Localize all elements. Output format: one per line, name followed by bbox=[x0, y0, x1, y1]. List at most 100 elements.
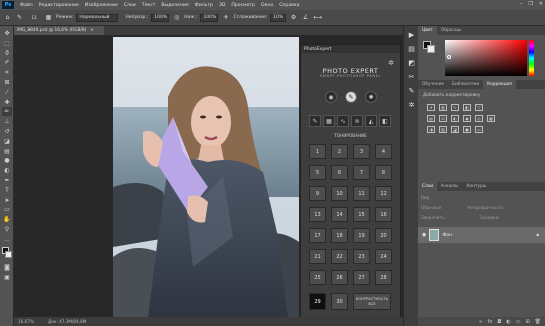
menu-type[interactable]: Текст bbox=[139, 3, 159, 8]
photoshop-logo[interactable]: Ps bbox=[2, 1, 14, 9]
history-brush-icon[interactable]: ↺ bbox=[2, 127, 12, 136]
airbrush-icon[interactable]: ✈ bbox=[221, 13, 230, 22]
layer-kind-select[interactable]: Вид bbox=[421, 195, 430, 200]
toning-button-27[interactable]: 27 bbox=[353, 270, 370, 285]
tab-paths[interactable]: Контуры bbox=[462, 182, 490, 191]
link-icon[interactable]: ∞ bbox=[478, 319, 482, 325]
zoom-level[interactable]: 16,67% bbox=[18, 319, 34, 324]
toning-button-12[interactable]: 12 bbox=[375, 186, 392, 201]
toning-button-2[interactable]: 2 bbox=[331, 144, 348, 159]
tab-libraries[interactable]: Библиотеки bbox=[448, 80, 483, 89]
toning-button-1[interactable]: 1 bbox=[309, 144, 326, 159]
tab-color[interactable]: Цвет bbox=[418, 26, 438, 35]
retouch-tool-icon[interactable]: ✎ bbox=[309, 115, 321, 127]
toning-button-20[interactable]: 20 bbox=[375, 228, 392, 243]
blend-mode-select[interactable]: Обычные bbox=[421, 205, 441, 210]
posterize-icon[interactable]: ▨ bbox=[439, 126, 447, 133]
toning-button-15[interactable]: 15 bbox=[353, 207, 370, 222]
toning-button-16[interactable]: 16 bbox=[375, 207, 392, 222]
blur-icon[interactable]: ● bbox=[2, 156, 12, 165]
menu-view[interactable]: Просмотр bbox=[228, 3, 258, 8]
swatch-icon[interactable]: ◩ bbox=[406, 57, 417, 68]
path-select-icon[interactable]: ➤ bbox=[2, 196, 12, 205]
flow-field[interactable]: 100% bbox=[200, 13, 219, 22]
adjustment-layer-icon[interactable]: ◐ bbox=[506, 319, 510, 325]
exposure-icon[interactable]: ◧ bbox=[463, 104, 471, 111]
home-icon[interactable]: ⌂ bbox=[3, 13, 12, 22]
mode-select[interactable]: Нормальный bbox=[76, 13, 119, 22]
more-icon[interactable]: … bbox=[2, 235, 12, 244]
toning-button-24[interactable]: 24 bbox=[375, 249, 392, 264]
smoothing-field[interactable]: 10% bbox=[270, 13, 287, 22]
toning-button-21[interactable]: 21 bbox=[309, 249, 326, 264]
brush-panel-icon[interactable]: ✎ bbox=[406, 85, 417, 96]
group-icon[interactable]: ▭ bbox=[516, 319, 521, 325]
toning-button-17[interactable]: 17 bbox=[309, 228, 326, 243]
toning-button-28[interactable]: 28 bbox=[375, 270, 392, 285]
brush-size-icon[interactable]: 13 bbox=[27, 13, 41, 22]
curves-tool-icon[interactable]: ∿ bbox=[337, 115, 349, 127]
pressure-opacity-icon[interactable]: ◎ bbox=[172, 13, 181, 22]
photo-filter-icon[interactable]: ◉ bbox=[463, 115, 471, 122]
color-swatches[interactable] bbox=[0, 246, 13, 263]
frame-icon[interactable]: ⊠ bbox=[2, 78, 12, 87]
background-color-swatch[interactable] bbox=[427, 45, 435, 53]
minimize-button[interactable]: – bbox=[520, 1, 523, 7]
toning-button-13[interactable]: 13 bbox=[309, 207, 326, 222]
tools-wrench-icon[interactable]: ✂ bbox=[406, 71, 417, 82]
menu-select[interactable]: Выделение bbox=[158, 3, 191, 8]
move-icon[interactable]: ✥ bbox=[2, 29, 12, 38]
layer-row-background[interactable]: ◉ Фон 🔒︎ bbox=[418, 227, 545, 243]
background-swatch[interactable] bbox=[5, 250, 12, 258]
photo-canvas[interactable] bbox=[113, 37, 299, 318]
screen-mode-icon[interactable]: ▣ bbox=[2, 273, 12, 282]
toning-button-30[interactable]: 30 bbox=[331, 293, 348, 310]
hand-icon[interactable]: ✋ bbox=[2, 215, 12, 224]
hue-slider[interactable] bbox=[529, 40, 534, 76]
levels-icon[interactable]: ▥ bbox=[439, 104, 447, 111]
tab-learn[interactable]: Обучение bbox=[418, 80, 448, 89]
selective-color-icon[interactable]: ▣ bbox=[463, 126, 471, 133]
brush-mode-icon[interactable]: ✎ bbox=[345, 91, 357, 103]
gradient-map-icon[interactable]: ▭ bbox=[475, 126, 483, 133]
new-layer-icon[interactable]: ⊞ bbox=[525, 319, 529, 325]
toning-button-8[interactable]: 8 bbox=[375, 165, 392, 180]
contrast-all-button[interactable]: КОНТРАСТНОСТЬ ВСЕ bbox=[353, 293, 391, 310]
pen-icon[interactable]: ✒ bbox=[2, 176, 12, 185]
stamp-icon[interactable]: ⊥ bbox=[2, 117, 12, 126]
eraser-icon[interactable]: ◪ bbox=[2, 137, 12, 146]
hue-saturation-icon[interactable]: ▤ bbox=[427, 115, 435, 122]
menu-image[interactable]: Изображение bbox=[82, 3, 121, 8]
quick-select-icon[interactable]: ✐ bbox=[2, 58, 12, 67]
dodge-icon[interactable]: ◐ bbox=[2, 166, 12, 175]
lasso-icon[interactable]: ϑ bbox=[2, 49, 12, 58]
menu-edit[interactable]: Редактирование bbox=[36, 3, 82, 8]
toning-button-11[interactable]: 11 bbox=[353, 186, 370, 201]
settings-gear-icon[interactable]: ✲ bbox=[388, 59, 394, 67]
eyedropper-icon[interactable]: ⁄ bbox=[2, 88, 12, 97]
picker-cursor[interactable] bbox=[447, 55, 451, 59]
visibility-eye-icon[interactable]: ◉ bbox=[422, 232, 426, 238]
curves-icon[interactable]: ∿ bbox=[451, 104, 459, 111]
menu-file[interactable]: Файл bbox=[17, 3, 36, 8]
marquee-icon[interactable]: ⬚ bbox=[2, 39, 12, 48]
camera-icon[interactable]: ◉ bbox=[325, 91, 337, 103]
brightness-icon[interactable]: ☀ bbox=[427, 104, 435, 111]
tab-adjustments[interactable]: Коррекция bbox=[483, 80, 516, 89]
pages-icon[interactable]: ▤ bbox=[406, 43, 417, 54]
toning-button-9[interactable]: 9 bbox=[309, 186, 326, 201]
shape-icon[interactable]: ▭ bbox=[2, 205, 12, 214]
toning-button-5[interactable]: 5 bbox=[309, 165, 326, 180]
toning-button-23[interactable]: 23 bbox=[353, 249, 370, 264]
symmetry-icon[interactable]: ⟷ bbox=[313, 13, 322, 22]
fx-icon[interactable]: fx bbox=[488, 319, 493, 325]
threshold-icon[interactable]: ◪ bbox=[451, 126, 459, 133]
toning-button-22[interactable]: 22 bbox=[331, 249, 348, 264]
channel-mixer-icon[interactable]: ◎ bbox=[475, 115, 483, 122]
toning-button-3[interactable]: 3 bbox=[353, 144, 370, 159]
crop-icon[interactable]: ⌗ bbox=[2, 68, 12, 77]
tab-swatches[interactable]: Образцы bbox=[437, 26, 465, 35]
opacity-field[interactable]: 100% bbox=[151, 13, 170, 22]
color-balance-icon[interactable]: ⚖ bbox=[439, 115, 447, 122]
trash-icon[interactable]: 🗑︎ bbox=[535, 319, 541, 325]
